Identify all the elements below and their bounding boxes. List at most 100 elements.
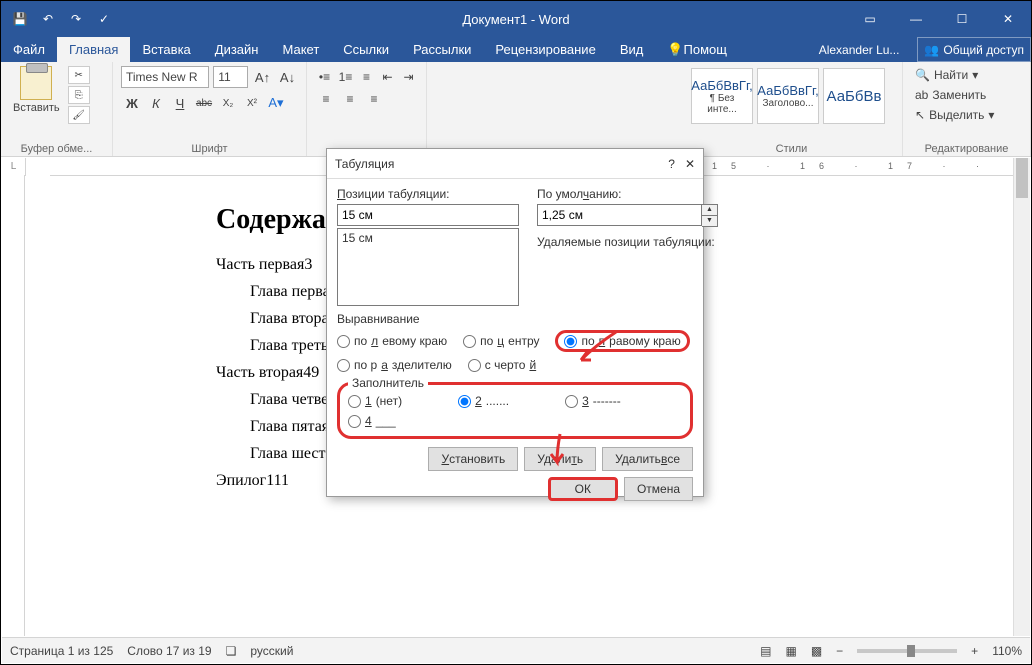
zoom-level[interactable]: 110%: [992, 644, 1022, 658]
multilevel-icon[interactable]: ≡: [357, 66, 376, 88]
select-button[interactable]: ↖Выделить ▾: [911, 106, 1022, 124]
redo-icon[interactable]: ↷: [65, 8, 87, 30]
find-button[interactable]: 🔍Найти ▾: [911, 66, 1022, 84]
indent-icon[interactable]: ⇥: [399, 66, 418, 88]
align-decimal-radio[interactable]: по разделителю: [337, 358, 452, 372]
replace-label: Заменить: [932, 88, 986, 102]
tab-mailings[interactable]: Рассылки: [401, 37, 483, 62]
grow-font-icon[interactable]: A↑: [252, 66, 273, 88]
list-item[interactable]: 15 см: [342, 231, 514, 245]
group-label-styles: Стили: [681, 143, 902, 155]
default-input[interactable]: [537, 204, 702, 226]
align-left-radio[interactable]: по левому краю: [337, 330, 447, 352]
copy-icon[interactable]: ⎘: [68, 86, 90, 104]
group-label-clipboard: Буфер обме...: [1, 143, 112, 155]
ruler-vertical[interactable]: [1, 175, 25, 636]
font-size-select[interactable]: 11: [213, 66, 248, 88]
page-indicator[interactable]: Страница 1 из 125: [10, 644, 113, 658]
bullets-icon[interactable]: •≡: [315, 66, 334, 88]
align-center-radio[interactable]: по центру: [463, 330, 539, 352]
paste-icon: [20, 66, 52, 100]
align-bar-radio[interactable]: с чертой: [468, 358, 536, 372]
align-left-icon[interactable]: ≡: [315, 88, 337, 110]
tab-selector-icon[interactable]: L: [2, 158, 26, 176]
tab-home[interactable]: Главная: [57, 37, 130, 62]
view-web-icon[interactable]: ▩: [811, 644, 822, 658]
tab-design[interactable]: Дизайн: [203, 37, 271, 62]
tab-layout[interactable]: Макет: [270, 37, 331, 62]
account-name[interactable]: Alexander Lu...: [809, 37, 910, 62]
strike-button[interactable]: abc: [193, 92, 215, 114]
replace-button[interactable]: ab Заменить: [911, 86, 1022, 104]
align-right-icon[interactable]: ≡: [363, 88, 385, 110]
dialog-close-icon[interactable]: ✕: [685, 157, 695, 171]
cancel-button[interactable]: Отмена: [624, 477, 693, 501]
text-effects-icon[interactable]: A▾: [265, 92, 287, 114]
style-no-spacing[interactable]: АаБбВвГг, ¶ Без инте...: [691, 68, 753, 124]
format-painter-icon[interactable]: 🖌: [68, 106, 90, 124]
zoom-slider[interactable]: [857, 649, 957, 653]
annotation-arrow: [545, 432, 575, 472]
app-window: 💾 ↶ ↷ ✓ Документ1 - Word ▭ — ☐ ✕ Файл Гл…: [0, 0, 1032, 665]
group-clipboard: Вставить ✂ ⎘ 🖌 Буфер обме...: [1, 62, 113, 156]
help-icon[interactable]: ?: [668, 157, 675, 171]
superscript-button[interactable]: X²: [241, 92, 263, 114]
scrollbar-vertical[interactable]: [1013, 158, 1030, 636]
close-icon[interactable]: ✕: [985, 1, 1031, 37]
shrink-font-icon[interactable]: A↓: [277, 66, 298, 88]
italic-button[interactable]: К: [145, 92, 167, 114]
leader-highlight: Заполнитель 1 (нет) 2 ....... 3 ------- …: [337, 376, 693, 439]
leader-dots-radio[interactable]: 2 .......: [458, 394, 509, 408]
bold-button[interactable]: Ж: [121, 92, 143, 114]
style-sample: АаБбВвГг,: [691, 78, 752, 93]
find-label: Найти: [934, 68, 968, 82]
style-heading[interactable]: АаБбВвГг, Заголово...: [757, 68, 819, 124]
spin-buttons[interactable]: ▲▼: [702, 204, 718, 227]
ribbon-options-icon[interactable]: ▭: [847, 1, 893, 37]
subscript-button[interactable]: X₂: [217, 92, 239, 114]
view-read-icon[interactable]: ▤: [760, 644, 771, 658]
style-more[interactable]: АаБбВв: [823, 68, 885, 124]
spellcheck-icon[interactable]: ✓: [93, 8, 115, 30]
tab-insert[interactable]: Вставка: [130, 37, 202, 62]
replace-icon: ab: [915, 88, 928, 102]
maximize-icon[interactable]: ☐: [939, 1, 985, 37]
zoom-in-icon[interactable]: +: [971, 644, 978, 658]
default-spinner[interactable]: ▲▼: [537, 204, 718, 227]
set-button[interactable]: Установить: [428, 447, 518, 471]
word-count[interactable]: Слово 17 из 19: [127, 644, 211, 658]
save-icon[interactable]: 💾: [9, 8, 31, 30]
align-center-icon[interactable]: ≡: [339, 88, 361, 110]
tabs-dialog: Табуляция ? ✕ Позиции табуляции: 15 см П…: [326, 148, 704, 497]
tab-pos-input[interactable]: [337, 204, 519, 226]
tab-review[interactable]: Рецензирование: [483, 37, 607, 62]
tab-file[interactable]: Файл: [1, 37, 57, 62]
clear-all-button[interactable]: Удалить все: [602, 447, 693, 471]
align-section-label: Выравнивание: [337, 312, 693, 326]
share-button[interactable]: 👥Общий доступ: [917, 37, 1031, 62]
tab-tellme[interactable]: 💡 Помощ: [655, 37, 739, 62]
language-indicator[interactable]: русский: [250, 644, 293, 658]
cursor-icon: ↖: [915, 108, 925, 122]
cut-icon[interactable]: ✂: [68, 66, 90, 84]
outdent-icon[interactable]: ⇤: [378, 66, 397, 88]
numbering-icon[interactable]: 1≡: [336, 66, 355, 88]
paste-button[interactable]: Вставить: [9, 66, 64, 124]
underline-button[interactable]: Ч: [169, 92, 191, 114]
proofing-icon[interactable]: ❏: [226, 644, 237, 658]
group-label-font: Шрифт: [113, 143, 306, 155]
zoom-out-icon[interactable]: −: [836, 644, 843, 658]
view-print-icon[interactable]: ▦: [785, 644, 796, 658]
tab-view[interactable]: Вид: [608, 37, 656, 62]
leader-none-radio[interactable]: 1 (нет): [348, 394, 402, 408]
undo-icon[interactable]: ↶: [37, 8, 59, 30]
font-name-select[interactable]: Times New R: [121, 66, 209, 88]
leader-dashes-radio[interactable]: 3 -------: [565, 394, 621, 408]
tab-references[interactable]: Ссылки: [331, 37, 401, 62]
share-label: Общий доступ: [943, 43, 1024, 57]
minimize-icon[interactable]: —: [893, 1, 939, 37]
leader-underscore-radio[interactable]: 4 ___: [348, 414, 682, 428]
tab-pos-list[interactable]: 15 см: [337, 228, 519, 306]
scroll-thumb[interactable]: [1016, 158, 1028, 198]
ok-button[interactable]: ОК: [548, 477, 618, 501]
